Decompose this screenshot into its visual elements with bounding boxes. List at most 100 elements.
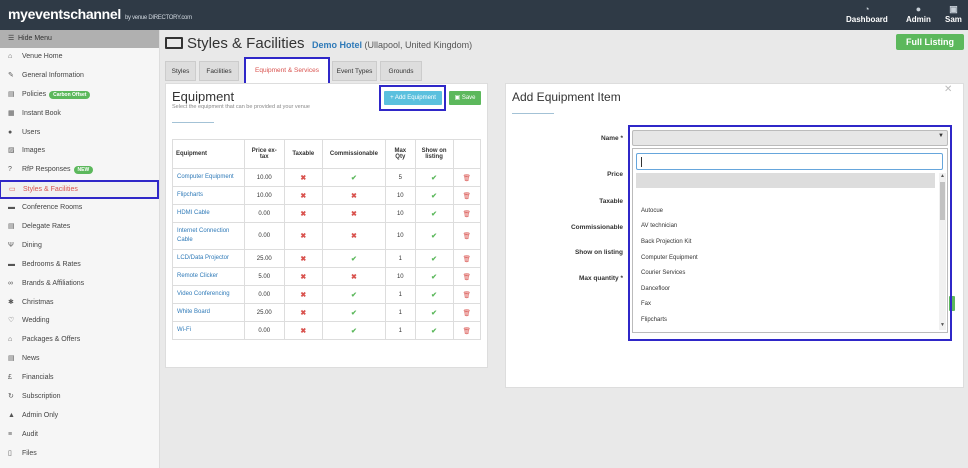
cross-icon: ✖	[300, 174, 307, 182]
scroll-down-icon[interactable]: ▼	[940, 322, 945, 328]
check-icon: ✔	[431, 309, 437, 317]
dropdown-option[interactable]: Autocue	[641, 208, 663, 214]
equipment-name-link[interactable]: Computer Equipment	[172, 168, 245, 187]
dashboard-icon: ◔	[864, 4, 870, 14]
show-on-listing-cell: ✔	[414, 222, 454, 250]
trash-icon[interactable]: 🗑	[463, 310, 471, 317]
taxable-cell: ✖	[283, 186, 323, 205]
cross-icon: ✖	[350, 233, 357, 240]
check-icon: ✔	[350, 255, 357, 263]
name-select[interactable]	[632, 130, 948, 146]
dropdown-option[interactable]: Computer Equipment	[641, 255, 698, 261]
nav-dashboard[interactable]: ◔ Dashboard	[846, 4, 888, 24]
close-icon[interactable]: ✕	[944, 84, 952, 95]
hide-menu-button[interactable]: ☰ Hide Menu	[0, 30, 159, 48]
price-cell: 0.00	[243, 222, 285, 250]
brand-logo[interactable]: myeventschannel by venue DIRECTORY.com	[8, 6, 192, 22]
sidebar-item-dining[interactable]: Ψ Dining	[0, 237, 159, 256]
sidebar-item-christmas[interactable]: ✱ Christmas	[0, 294, 159, 313]
trash-icon[interactable]: 🗑	[463, 256, 471, 263]
sidebar-item-bedrooms-rates[interactable]: ▬ Bedrooms & Rates	[0, 256, 159, 275]
sidebar-item-wedding[interactable]: ♡ Wedding	[0, 312, 159, 331]
equipment-name-link[interactable]: Wi-Fi	[172, 321, 245, 340]
scroll-up-icon[interactable]: ▲	[940, 173, 945, 179]
equipment-title-underline	[172, 122, 214, 123]
equipment-name-link[interactable]: White Board	[172, 303, 245, 322]
dropdown-option[interactable]: Courier Services	[641, 270, 685, 276]
sidebar-item-news[interactable]: ▤ News	[0, 350, 159, 369]
dropdown-scrollbar-thumb[interactable]	[940, 182, 945, 220]
sidebar-item-label: Brands & Affiliations	[22, 279, 85, 287]
dropdown-option[interactable]: Dancefloor	[641, 286, 670, 292]
dropdown-search-input[interactable]	[636, 153, 943, 170]
max-qty-cell: 1	[385, 321, 416, 340]
tab-facilities[interactable]: Facilities	[199, 61, 239, 81]
sidebar-item-venue-home[interactable]: ⌂ Venue Home	[0, 48, 159, 67]
sidebar-item-label: Conference Rooms	[22, 204, 83, 212]
equipment-name-link[interactable]: Internet Connection Cable	[172, 222, 245, 250]
table-row: HDMI Cable 0.00 ✖ ✖ 10 ✔ 🗑	[172, 204, 482, 223]
sidebar-item-delegate-rates[interactable]: ▤ Delegate Rates	[0, 218, 159, 237]
show-on-listing-cell: ✔	[414, 285, 454, 304]
dropdown-option[interactable]: AV technician	[641, 223, 677, 229]
brand-name: myeventschannel	[8, 6, 121, 22]
user-icon: ▣	[949, 4, 958, 14]
sidebar-item-users[interactable]: ● Users	[0, 124, 159, 143]
add-equipment-button[interactable]: + Add Equipment	[384, 91, 442, 105]
news-icon: ▤	[8, 355, 15, 363]
sidebar-item-financials[interactable]: £ Financials	[0, 369, 159, 388]
equipment-table-body: Computer Equipment 10.00 ✖ ✔ 5 ✔ 🗑 Flipcharts 10…	[172, 168, 482, 340]
dropdown-option[interactable]: Flipcharts	[641, 317, 667, 323]
equipment-name-link[interactable]: Video Conferencing	[172, 285, 245, 304]
show-on-listing-cell: ✔	[414, 321, 454, 340]
trash-icon[interactable]: 🗑	[463, 233, 471, 240]
sidebar-item-brands-affiliations[interactable]: ∞ Brands & Affiliations	[0, 275, 159, 294]
tab-styles[interactable]: Styles	[165, 61, 196, 81]
nav-user[interactable]: ▣ Sam	[945, 4, 962, 24]
check-icon: ✔	[431, 291, 437, 299]
nav-user-label: Sam	[945, 15, 962, 24]
tab-equipment-services[interactable]: Equipment & Services	[244, 57, 330, 85]
nav-admin[interactable]: ● Admin	[906, 4, 931, 24]
sidebar-item-subscription[interactable]: ↻ Subscription	[0, 388, 159, 407]
max-qty-cell: 5	[385, 168, 416, 187]
sidebar-item-label: Audit	[22, 430, 38, 438]
sidebar-item-conference-rooms[interactable]: ▬ Conference Rooms	[0, 199, 159, 218]
dropdown-option[interactable]: Fax	[641, 301, 651, 307]
sidebar-item-audit[interactable]: ≡ Audit	[0, 426, 159, 445]
chevron-down-icon[interactable]: ▼	[938, 133, 944, 139]
sidebar-item-admin-only[interactable]: ▲ Admin Only	[0, 407, 159, 426]
trash-icon[interactable]: 🗑	[463, 274, 471, 281]
sidebar-item-rfp-responses[interactable]: ? RfP Responses NEW	[0, 161, 159, 180]
save-button-label: Save	[461, 95, 476, 101]
tab-event-types[interactable]: Event Types	[332, 61, 377, 81]
sidebar-item-files[interactable]: ▯ Files	[0, 445, 159, 464]
trash-icon[interactable]: 🗑	[463, 175, 471, 182]
dropdown-highlighted-option[interactable]	[636, 173, 935, 188]
price-cell: 5.00	[243, 267, 285, 286]
taxable-cell: ✖	[283, 204, 323, 223]
sidebar-item-policies[interactable]: ▤ Policies Carbon Offset	[0, 86, 159, 105]
trash-icon[interactable]: 🗑	[463, 328, 471, 335]
trash-icon[interactable]: 🗑	[463, 211, 471, 218]
check-icon: ✔	[350, 309, 357, 317]
hotel-name[interactable]: Demo Hotel	[312, 40, 362, 50]
sidebar-item-styles-facilities[interactable]: ▭ Styles & Facilities	[0, 180, 159, 200]
tab-grounds[interactable]: Grounds	[380, 61, 422, 81]
dropdown-option[interactable]: Back Projection Kit	[641, 239, 691, 245]
equipment-name-link[interactable]: LCD/Data Projector	[172, 249, 245, 268]
sidebar-item-instant-book[interactable]: ▦ Instant Book	[0, 105, 159, 124]
save-button[interactable]: ▣ Save	[449, 91, 481, 105]
trash-icon[interactable]: 🗑	[463, 292, 471, 299]
sidebar: ☰ Hide Menu ⌂ Venue Home ✎ General Informat…	[0, 30, 160, 468]
sidebar-item-label: News	[22, 355, 40, 363]
sidebar-item-label: General Information	[22, 71, 84, 79]
sidebar-item-packages-offers[interactable]: ⌂ Packages & Offers	[0, 331, 159, 350]
trash-icon[interactable]: 🗑	[463, 193, 471, 200]
show-on-listing-cell: ✔	[414, 186, 454, 205]
equipment-name-link[interactable]: Remote Clicker	[172, 267, 245, 286]
sidebar-item-images[interactable]: ▨ Images	[0, 142, 159, 161]
sidebar-item-general-information[interactable]: ✎ General Information	[0, 67, 159, 86]
equipment-name-link[interactable]: HDMI Cable	[172, 204, 245, 223]
equipment-name-link[interactable]: Flipcharts	[172, 186, 245, 205]
